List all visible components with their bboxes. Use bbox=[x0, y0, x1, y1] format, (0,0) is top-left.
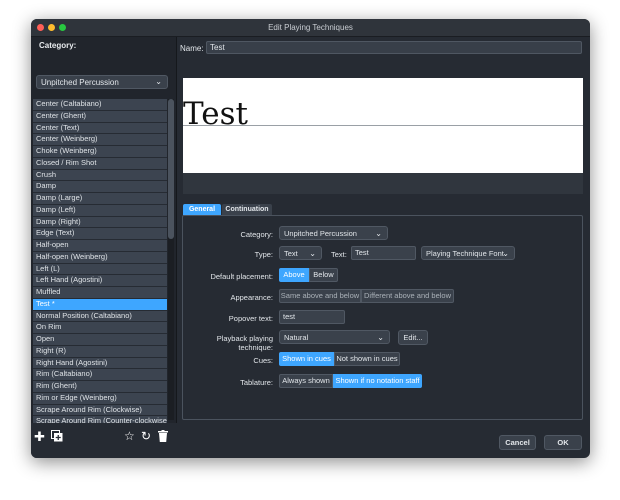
appearance-same-button[interactable]: Same above and below bbox=[279, 289, 361, 303]
list-scrollbar-thumb[interactable] bbox=[168, 99, 174, 239]
list-item[interactable]: Scrape Around Rim (Clockwise) bbox=[33, 404, 167, 417]
general-panel: Category: Unpitched Percussion ⌄ Type: T… bbox=[182, 215, 583, 420]
playback-technique-label: Playback playing technique: bbox=[216, 334, 273, 352]
type-value: Text bbox=[284, 249, 298, 258]
duplicate-icon[interactable] bbox=[51, 430, 63, 444]
general-category-label: Category: bbox=[240, 230, 273, 239]
list-scrollbar[interactable] bbox=[168, 99, 174, 420]
trash-icon[interactable] bbox=[158, 430, 168, 444]
text-label: Text: bbox=[331, 250, 347, 259]
list-item[interactable]: Closed / Rim Shot bbox=[33, 157, 167, 170]
edit-playing-techniques-dialog: Edit Playing Techniques Category: Unpitc… bbox=[31, 19, 590, 458]
list-item[interactable]: Half-open bbox=[33, 240, 167, 252]
close-window-button[interactable] bbox=[37, 24, 44, 31]
general-category-value: Unpitched Percussion bbox=[284, 229, 357, 238]
ok-button[interactable]: OK bbox=[544, 435, 582, 450]
list-item[interactable]: Center (Ghent) bbox=[33, 110, 167, 123]
playback-technique-select[interactable]: Natural ⌄ bbox=[279, 330, 390, 344]
list-item[interactable]: Left Hand (Agostini) bbox=[33, 275, 167, 287]
name-label: Name: bbox=[180, 44, 204, 53]
name-input[interactable]: Test bbox=[206, 41, 582, 54]
shown-in-cues-button[interactable]: Shown in cues bbox=[279, 352, 334, 366]
tablature-label: Tablature: bbox=[240, 378, 273, 387]
plus-icon[interactable]: ✚ bbox=[34, 430, 45, 443]
list-item[interactable]: Center (Caltabiano) bbox=[33, 99, 167, 111]
always-shown-button[interactable]: Always shown bbox=[279, 374, 333, 388]
maximize-window-button[interactable] bbox=[59, 24, 66, 31]
list-item[interactable]: Rim (Caltabiano) bbox=[33, 369, 167, 381]
minimize-window-button[interactable] bbox=[48, 24, 55, 31]
window-title: Edit Playing Techniques bbox=[268, 23, 353, 32]
list-item[interactable]: Damp (Left) bbox=[33, 204, 167, 217]
list-item[interactable]: Damp (Right) bbox=[33, 216, 167, 229]
playback-edit-button[interactable]: Edit... bbox=[398, 330, 428, 345]
technique-list: Center (Caltabiano) Center (Ghent) Center … bbox=[33, 99, 167, 451]
list-toolbar: ✚ ☆ ↻ bbox=[31, 423, 176, 458]
font-select[interactable]: Playing Technique Font ⌄ bbox=[421, 246, 515, 260]
cancel-button[interactable]: Cancel bbox=[499, 435, 536, 450]
star-icon[interactable]: ☆ bbox=[124, 430, 135, 443]
list-item[interactable]: Rim or Edge (Weinberg) bbox=[33, 392, 167, 405]
shown-if-no-notation-staff-button[interactable]: Shown if no notation staff bbox=[333, 374, 422, 388]
list-item[interactable]: Muffled bbox=[33, 287, 167, 299]
playback-technique-value: Natural bbox=[284, 333, 309, 342]
list-item[interactable]: Right (R) bbox=[33, 345, 167, 358]
placement-above-button[interactable]: Above bbox=[279, 268, 309, 282]
list-item[interactable]: Rim (Ghent) bbox=[33, 381, 167, 393]
type-label: Type: bbox=[254, 250, 273, 259]
tab-general[interactable]: General bbox=[183, 204, 221, 215]
font-value: Playing Technique Font bbox=[426, 249, 504, 258]
type-select[interactable]: Text ⌄ bbox=[279, 246, 322, 260]
list-item[interactable]: Damp bbox=[33, 181, 167, 193]
list-item[interactable]: Test * bbox=[33, 298, 167, 311]
popover-text-input[interactable]: test bbox=[279, 310, 345, 324]
list-item[interactable]: Left (L) bbox=[33, 263, 167, 276]
chevron-down-icon: ⌄ bbox=[309, 249, 316, 258]
title-bar: Edit Playing Techniques bbox=[31, 19, 590, 37]
list-item[interactable]: Edge (Text) bbox=[33, 228, 167, 240]
list-item[interactable]: On Rim bbox=[33, 322, 167, 334]
list-item[interactable]: Choke (Weinberg) bbox=[33, 146, 167, 158]
list-item[interactable]: Center (Weinberg) bbox=[33, 134, 167, 146]
chevron-down-icon: ⌄ bbox=[155, 77, 162, 86]
tab-continuation[interactable]: Continuation bbox=[222, 204, 272, 215]
text-input[interactable]: Test bbox=[351, 246, 416, 260]
list-item[interactable]: Open bbox=[33, 334, 167, 346]
category-label: Category: bbox=[39, 41, 77, 50]
list-item[interactable]: Right Hand (Agostini) bbox=[33, 357, 167, 370]
list-item[interactable]: Center (Text) bbox=[33, 122, 167, 135]
default-placement-label: Default placement: bbox=[210, 272, 273, 281]
list-item[interactable]: Damp (Large) bbox=[33, 193, 167, 205]
appearance-label: Appearance: bbox=[230, 293, 273, 302]
general-category-select[interactable]: Unpitched Percussion ⌄ bbox=[279, 226, 388, 240]
not-shown-in-cues-button[interactable]: Not shown in cues bbox=[334, 352, 400, 366]
appearance-different-button[interactable]: Different above and below bbox=[361, 289, 454, 303]
category-select[interactable]: Unpitched Percussion ⌄ bbox=[36, 75, 168, 89]
chevron-down-icon: ⌄ bbox=[375, 229, 382, 238]
preview-text: Test bbox=[183, 96, 248, 132]
placement-below-button[interactable]: Below bbox=[309, 268, 338, 282]
chevron-down-icon: ⌄ bbox=[377, 333, 384, 342]
popover-text-label: Popover text: bbox=[228, 314, 273, 323]
chevron-down-icon: ⌄ bbox=[502, 249, 509, 258]
technique-preview: Test bbox=[183, 78, 583, 173]
cues-label: Cues: bbox=[253, 356, 273, 365]
reset-icon[interactable]: ↻ bbox=[141, 430, 151, 443]
preview-footer bbox=[183, 173, 583, 194]
category-select-value: Unpitched Percussion bbox=[41, 78, 119, 87]
list-item[interactable]: Normal Position (Caltabiano) bbox=[33, 310, 167, 323]
list-item[interactable]: Crush bbox=[33, 169, 167, 182]
list-item[interactable]: Half-open (Weinberg) bbox=[33, 251, 167, 264]
